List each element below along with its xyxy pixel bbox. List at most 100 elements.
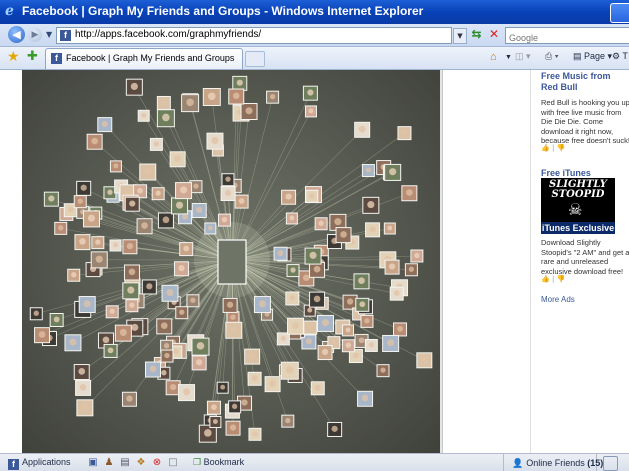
tab-label: Facebook | Graph My Friends and Groups <box>66 53 235 63</box>
friend-avatar-face <box>48 195 55 202</box>
ad-like-icon[interactable]: 👍 | 👎 <box>541 275 565 283</box>
friend-avatar-face <box>238 198 245 204</box>
friend-avatar-face <box>285 193 292 200</box>
tools-menu[interactable]: ⚙ T <box>612 51 628 62</box>
friend-avatar-face <box>81 403 89 411</box>
friend-avatar-face <box>196 342 205 350</box>
friend-avatar-face <box>160 322 168 329</box>
friend-avatar-face <box>321 348 329 356</box>
friend-avatar-face <box>258 300 266 308</box>
friend-avatar-face <box>53 316 60 323</box>
friend-avatar-face <box>286 366 294 374</box>
facebook-icon: f <box>8 459 19 470</box>
groups-icon[interactable]: ♟ <box>103 457 115 469</box>
friend-avatar-face <box>211 136 219 144</box>
photos-icon[interactable]: ▣ <box>87 457 99 469</box>
friend-avatar-face <box>289 215 295 221</box>
friend-avatar-face <box>220 384 226 390</box>
friend-avatar-face <box>280 335 287 342</box>
minimize-button[interactable] <box>610 3 629 23</box>
url-dropdown-icon[interactable]: ▼ <box>453 28 467 44</box>
url-field[interactable]: f http://apps.facebook.com/graphmyfriend… <box>56 27 452 44</box>
friend-avatar-face <box>208 92 216 101</box>
friend-avatar-face <box>128 268 136 276</box>
page-menu-label[interactable]: Page <box>584 51 605 61</box>
friend-avatar-face <box>207 225 213 231</box>
window-title: Facebook | Graph My Friends and Groups -… <box>22 4 424 18</box>
friend-avatar-face <box>369 226 376 233</box>
friend-avatar-face <box>102 336 110 344</box>
history-dropdown-icon[interactable]: ▼ <box>46 30 52 39</box>
online-friends-label: Online Friends <box>526 458 585 468</box>
left-gutter <box>0 70 22 453</box>
friend-avatar-face <box>101 120 108 128</box>
friend-avatar-face <box>345 342 352 348</box>
friend-graph-visualization[interactable] <box>22 70 440 453</box>
search-field[interactable] <box>505 27 629 45</box>
friend-avatar-face <box>358 277 365 284</box>
friend-avatar-face <box>153 141 160 147</box>
friend-avatar-face <box>229 424 237 431</box>
back-button[interactable]: ◀ <box>8 26 25 43</box>
friend-avatar-face <box>119 328 127 336</box>
skull-logo-icon: ☠ <box>568 200 583 219</box>
refresh-icon[interactable]: ⇆ <box>469 27 484 42</box>
friend-avatar-face <box>149 365 157 373</box>
friend-avatar-face <box>67 206 74 213</box>
friend-avatar-face <box>87 214 96 222</box>
friend-avatar-face <box>182 388 191 396</box>
favorites-star-icon[interactable]: ★ <box>7 50 20 64</box>
friend-avatar-face <box>69 338 77 346</box>
more-ads-link[interactable]: More Ads <box>541 295 575 304</box>
home-dropdown-icon[interactable]: ▼ <box>505 54 512 61</box>
friend-avatar-face <box>137 187 143 194</box>
page-icon[interactable]: □ <box>167 457 179 469</box>
page-content: Free Music from Red Bull Red Bull is hoo… <box>0 70 629 453</box>
friend-avatar-face <box>224 189 232 196</box>
friend-avatar-face <box>406 189 413 196</box>
home-icon[interactable]: ⌂ <box>490 51 497 63</box>
friend-avatar-face <box>331 339 337 345</box>
friend-avatar-face <box>166 288 174 297</box>
flag-icon[interactable]: ⊗ <box>151 457 163 469</box>
friend-avatar-face <box>176 201 184 209</box>
tab-graph-my-friends[interactable]: f Facebook | Graph My Friends and Groups <box>45 48 243 69</box>
friend-avatar-face <box>321 319 330 327</box>
ad-title-red-bull[interactable]: Free Music from Red Bull <box>541 71 629 93</box>
gifts-icon[interactable]: ❖ <box>135 457 147 469</box>
friend-avatar-face <box>387 225 393 231</box>
friend-avatar-face <box>387 339 395 347</box>
notes-icon[interactable]: ▤ <box>119 457 131 469</box>
forward-button[interactable]: ▶ <box>28 28 42 42</box>
friend-avatar-face <box>225 176 231 182</box>
graph-center-user-node[interactable] <box>217 239 247 285</box>
tools-menu-label[interactable]: T <box>622 51 628 61</box>
new-tab-button[interactable] <box>245 51 265 67</box>
friend-avatar-face <box>346 298 354 305</box>
print-icon[interactable]: ⎙ ▾ <box>545 51 558 62</box>
friend-avatar-face <box>285 417 291 424</box>
friend-avatar-face <box>141 112 147 118</box>
feeds-icon[interactable]: ◫ ▾ <box>515 51 531 62</box>
search-input[interactable] <box>506 31 619 45</box>
facebook-favicon-icon: f <box>51 53 62 64</box>
friend-avatar-face <box>221 216 228 223</box>
friend-avatar-face <box>307 89 314 96</box>
ad-image-slightly-stoopid[interactable]: SLIGHTLY STOOPID ☠ iTunes Exclusive <box>541 178 615 234</box>
page-menu[interactable]: ▤ Page ▾ <box>573 51 612 62</box>
bookmark-button[interactable]: ❐ Bookmark <box>193 457 244 468</box>
friend-avatar-face <box>212 419 218 424</box>
friend-avatar-face <box>77 198 83 204</box>
online-friends-button[interactable]: 👤 Online Friends (15) <box>503 454 603 471</box>
ad-like-icon[interactable]: 👍 | 👎 <box>541 144 565 152</box>
friend-avatar-face <box>190 297 196 303</box>
url-text[interactable]: http://apps.facebook.com/graphmyfriends/ <box>75 29 261 40</box>
friend-graph-canvas[interactable] <box>22 70 440 453</box>
friend-avatar-face <box>126 243 134 250</box>
friend-avatar-face <box>193 183 199 189</box>
applications-button[interactable]: f Applications <box>8 457 71 470</box>
friend-avatar-face <box>179 186 188 194</box>
add-favorite-icon[interactable]: ✚ <box>27 50 38 64</box>
chat-options-button[interactable] <box>603 456 618 471</box>
stop-icon[interactable]: ✕ <box>487 27 501 42</box>
